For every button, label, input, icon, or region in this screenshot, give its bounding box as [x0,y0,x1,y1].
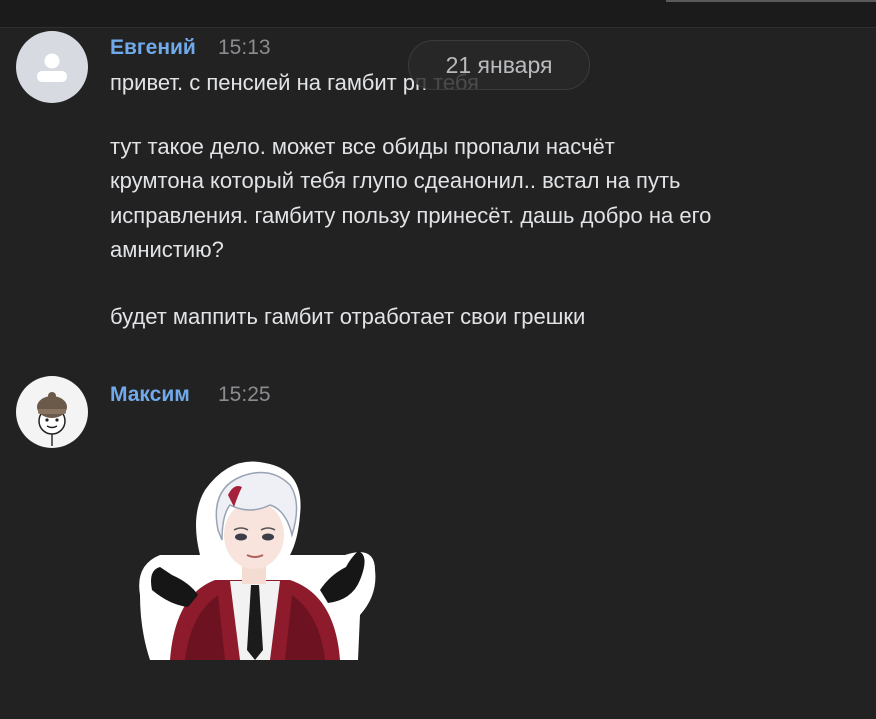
message-author[interactable]: Евгений [110,36,196,60]
message-text-line: тут такое дело. может все обиды пропали … [110,134,615,159]
message-time: 15:13 [218,36,271,59]
message-time: 15:25 [218,383,271,406]
date-separator: 21 января [408,40,590,90]
anime-character-shrug-sticker[interactable] [130,455,380,665]
message-author[interactable]: Максим [110,383,190,407]
avatar-maksim[interactable] [16,376,88,448]
message-text-line: крумтона который тебя глупо сдеанонил.. … [110,168,681,193]
hat-doodle-avatar-icon [37,392,67,446]
message-text-line: исправления. гамбиту пользу принесёт. да… [110,203,712,228]
message-text-line: будет маппить гамбит отработает свои гре… [110,304,586,329]
top-bar-edge [666,0,876,2]
user-placeholder-icon [37,53,67,82]
message-text-line: амнистию? [110,237,224,262]
avatar-evgeniy[interactable] [16,31,88,103]
top-bar [0,0,876,28]
